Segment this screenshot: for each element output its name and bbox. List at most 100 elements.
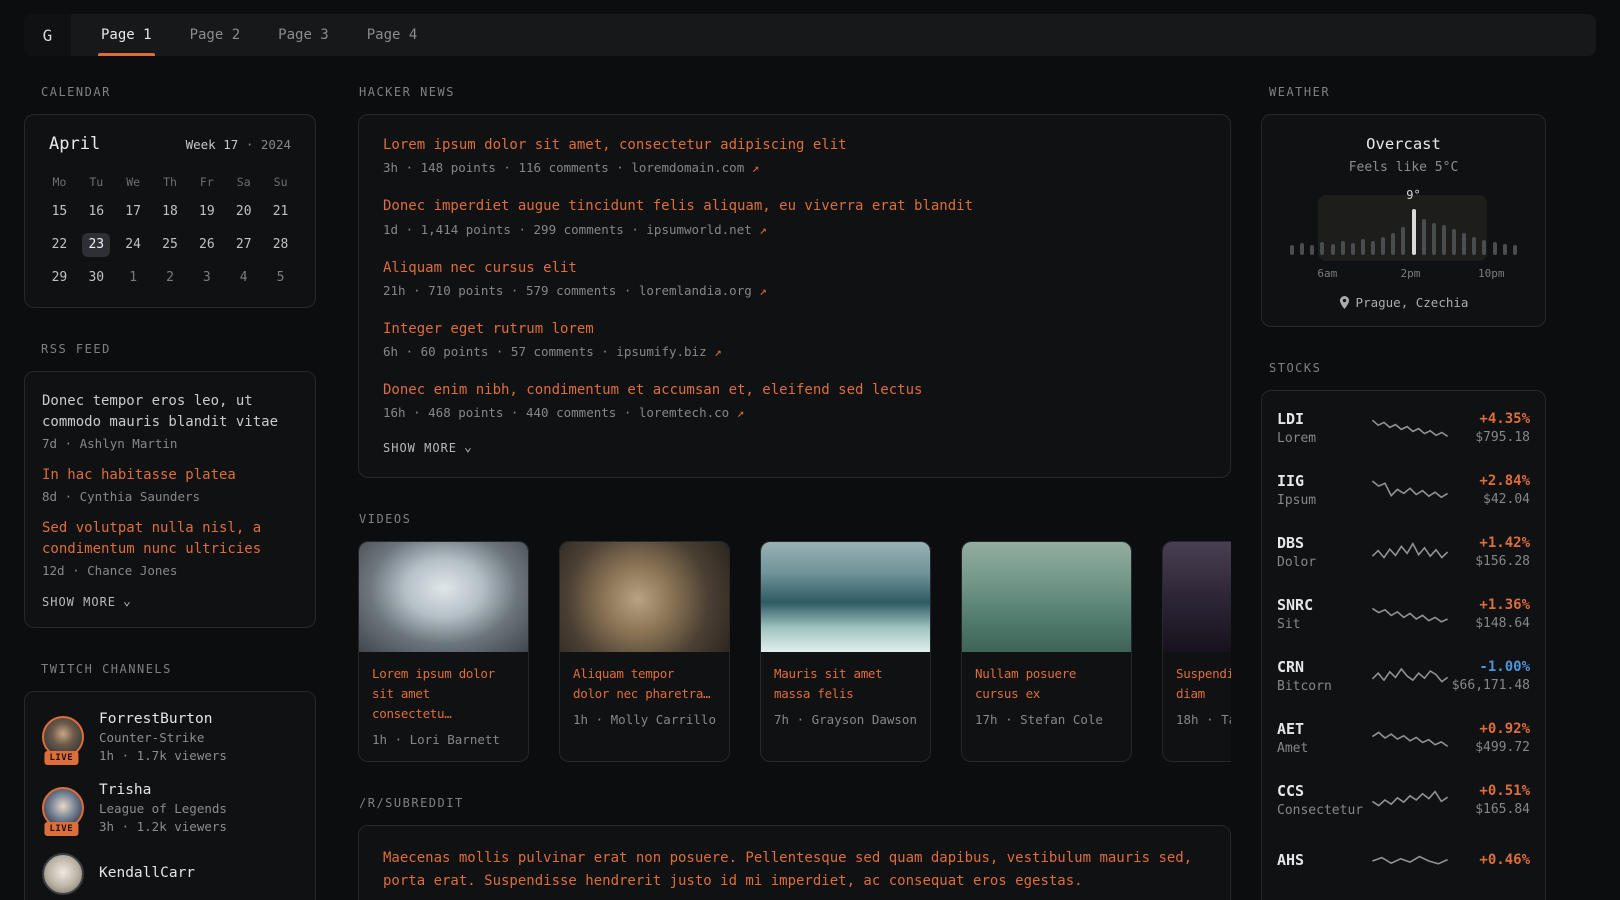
hackernews-item-title[interactable]: Donec imperdiet augue tincidunt felis al… [383, 196, 1206, 216]
weather-bar [1361, 239, 1365, 255]
weather-bar [1513, 245, 1517, 255]
subreddit-post-title[interactable]: Maecenas mollis pulvinar erat non posuer… [383, 847, 1206, 892]
calendar-day-cell: 16 [78, 199, 115, 225]
video-thumbnail[interactable] [560, 542, 729, 652]
video-thumbnail[interactable] [1163, 542, 1231, 652]
video-thumbnail[interactable] [359, 542, 528, 652]
video-title[interactable]: Aliquam tempor dolor nec pharetra… [573, 664, 716, 704]
rss-item[interactable]: Sed volutpat nulla nisl, a condimentum n… [42, 518, 298, 578]
stock-price: $66,171.48 [1450, 678, 1530, 693]
external-link-icon[interactable]: ↗ [759, 222, 767, 237]
calendar-day: 15 [45, 200, 73, 224]
rss-show-more-button[interactable]: SHOW MORE ⌄ [42, 595, 298, 609]
weather-bar [1300, 243, 1304, 255]
video-title[interactable]: Lorem ipsum dolor sit amet consectetu… [372, 664, 515, 724]
stock-name: Dolor [1277, 555, 1370, 570]
video-thumbnail[interactable] [761, 542, 930, 652]
video-meta: 18h · Tara [1176, 712, 1231, 727]
hackernews-item-title[interactable]: Integer eget rutrum lorem [383, 319, 1206, 339]
weather-widget: Overcast Feels like 5°C 9° 6am 2pm 10pm … [1261, 114, 1546, 327]
hackernews-item-title[interactable]: Lorem ipsum dolor sit amet, consectetur … [383, 135, 1206, 155]
video-title[interactable]: Nullam posuere cursus ex [975, 664, 1118, 704]
stocks-section-title: STOCKS [1269, 361, 1546, 375]
page-tab[interactable]: Page 4 [348, 14, 437, 56]
rss-item[interactable]: In hac habitasse platea 8d · Cynthia Sau… [42, 465, 298, 504]
subreddit-widget: Maecenas mollis pulvinar erat non posuer… [358, 825, 1231, 900]
stock-row[interactable]: LDI Lorem +4.35% $795.18 [1262, 397, 1545, 459]
calendar-day: 26 [193, 233, 221, 257]
video-info: Aliquam tempor dolor nec pharetra… 1h · … [560, 652, 729, 741]
show-more-label: SHOW MORE [42, 595, 116, 609]
hackernews-item-meta: 3h · 148 points · 116 comments · loremdo… [383, 160, 1206, 175]
twitch-channel-info: Trisha League of Legends 3h · 1.2k viewe… [99, 782, 227, 834]
calendar-day-cell: 22 [41, 232, 78, 258]
top-bar: G Page 1Page 2Page 3Page 4 [24, 14, 1596, 56]
stock-name: Bitcorn [1277, 679, 1370, 694]
video-card[interactable]: Lorem ipsum dolor sit amet consectetu… 1… [358, 541, 529, 762]
page-tab[interactable]: Page 2 [171, 14, 260, 56]
stock-sparkline [1370, 659, 1450, 693]
hackernews-item-title[interactable]: Aliquam nec cursus elit [383, 258, 1206, 278]
stock-symbol: AET [1277, 720, 1370, 738]
video-card[interactable]: Nullam posuere cursus ex 17h · Stefan Co… [961, 541, 1132, 762]
stock-row[interactable]: AET Amet +0.92% $499.72 [1262, 707, 1545, 769]
weather-current-temp: 9° [1406, 188, 1420, 202]
page-tab[interactable]: Page 3 [259, 14, 348, 56]
rss-list: Donec tempor eros leo, ut commodo mauris… [42, 391, 298, 578]
rss-item-meta: 8d · Cynthia Saunders [42, 489, 298, 504]
calendar-day-cell: 20 [225, 199, 262, 225]
video-info: Nullam posuere cursus ex 17h · Stefan Co… [962, 652, 1131, 741]
external-link-icon[interactable]: ↗ [737, 405, 745, 420]
hackernews-item-title[interactable]: Donec enim nibh, condimentum et accumsan… [383, 380, 1206, 400]
stock-row[interactable]: CRN Bitcorn -1.00% $66,171.48 [1262, 645, 1545, 707]
weather-bar [1503, 244, 1507, 255]
video-thumbnail[interactable] [962, 542, 1131, 652]
twitch-section-title: TWITCH CHANNELS [41, 662, 316, 676]
rss-item-title[interactable]: Sed volutpat nulla nisl, a condimentum n… [42, 518, 298, 560]
calendar-day: 28 [267, 233, 295, 257]
external-link-icon[interactable]: ↗ [714, 344, 722, 359]
twitch-channel-name[interactable]: Trisha [99, 782, 227, 798]
stock-name: Consectetur [1277, 803, 1370, 818]
video-card[interactable]: Suspendisse diam 18h · Tara [1162, 541, 1231, 762]
hackernews-widget: Lorem ipsum dolor sit amet, consectetur … [358, 114, 1231, 478]
rss-item[interactable]: Donec tempor eros leo, ut commodo mauris… [42, 391, 298, 451]
hackernews-list: Lorem ipsum dolor sit amet, consectetur … [383, 135, 1206, 420]
twitch-channel-name[interactable]: KendallCarr [99, 865, 195, 881]
twitch-channel[interactable]: LIVE ForrestBurton Counter-Strike 1h · 1… [42, 711, 298, 763]
stock-price: $795.18 [1450, 430, 1530, 445]
twitch-channel-game: League of Legends [99, 801, 227, 816]
twitch-channel[interactable]: LIVE Trisha League of Legends 3h · 1.2k … [42, 782, 298, 834]
rss-item-title[interactable]: Donec tempor eros leo, ut commodo mauris… [42, 391, 298, 433]
twitch-channel-name[interactable]: ForrestBurton [99, 711, 227, 727]
weather-bar: 9° [1412, 209, 1416, 255]
external-link-icon[interactable]: ↗ [759, 283, 767, 298]
rss-item-meta: 7d · Ashlyn Martin [42, 436, 298, 451]
calendar-dow-label: Su [262, 172, 299, 192]
calendar-day-cell: 17 [115, 199, 152, 225]
avatar [42, 853, 84, 895]
stock-symbol: LDI [1277, 410, 1370, 428]
video-title[interactable]: Suspendisse diam [1176, 664, 1231, 704]
page-tab[interactable]: Page 1 [82, 14, 171, 56]
twitch-channel[interactable]: KendallCarr [42, 853, 298, 895]
hackernews-item: Aliquam nec cursus elit 21h · 710 points… [383, 258, 1206, 298]
stock-row[interactable]: SNRC Sit +1.36% $148.64 [1262, 583, 1545, 645]
rss-widget: Donec tempor eros leo, ut commodo mauris… [24, 371, 316, 628]
hackernews-show-more-button[interactable]: SHOW MORE ⌄ [383, 441, 1206, 455]
stock-row[interactable]: AHS +0.46% [1262, 831, 1545, 891]
stock-change: +2.84% [1450, 473, 1530, 489]
stock-row[interactable]: CCS Consectetur +0.51% $165.84 [1262, 769, 1545, 831]
video-card[interactable]: Aliquam tempor dolor nec pharetra… 1h · … [559, 541, 730, 762]
video-title[interactable]: Mauris sit amet massa felis [774, 664, 917, 704]
external-link-icon[interactable]: ↗ [752, 160, 760, 175]
calendar-day: 18 [156, 200, 184, 224]
stock-change: +1.42% [1450, 535, 1530, 551]
hackernews-item-meta: 21h · 710 points · 579 comments · loreml… [383, 283, 1206, 298]
stock-row[interactable]: DBS Dolor +1.42% $156.28 [1262, 521, 1545, 583]
rss-item-title[interactable]: In hac habitasse platea [42, 465, 298, 486]
stock-row[interactable]: IIG Ipsum +2.84% $42.04 [1262, 459, 1545, 521]
calendar-day-cell: 2 [152, 265, 189, 291]
live-badge: LIVE [44, 751, 78, 765]
video-card[interactable]: Mauris sit amet massa felis 7h · Grayson… [760, 541, 931, 762]
